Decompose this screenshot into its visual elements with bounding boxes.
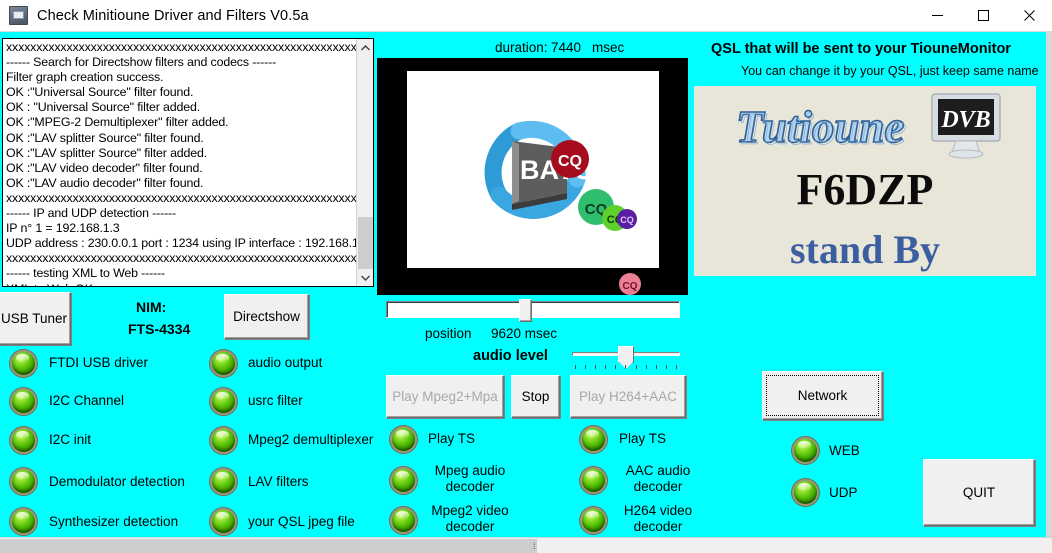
title-bar: Check Minitioune Driver and Filters V0.5… [0, 0, 1052, 32]
position-slider-thumb[interactable] [519, 299, 532, 322]
app-icon [9, 6, 28, 25]
position-slider[interactable] [386, 299, 680, 322]
svg-text:CQ: CQ [623, 281, 638, 292]
led-h264-video-decoder [582, 509, 605, 532]
directshow-label: Directshow [233, 309, 300, 324]
horizontal-scrollbar[interactable]: ⁞ [0, 537, 1052, 553]
led-synthesizer-detection [12, 510, 35, 533]
play-mpeg2-label: Play Mpeg2+Mpa [392, 389, 498, 404]
led-audio-output [212, 352, 235, 375]
scroll-up-icon[interactable] [357, 39, 373, 56]
led-aac-audio-decoder [582, 469, 605, 492]
label-udp: UDP [829, 485, 858, 500]
label-lav-filters: LAV filters [248, 474, 309, 489]
audio-level-label: audio level [473, 348, 548, 364]
qsl-callsign-text: F6DZP [797, 165, 934, 214]
play-h264-label: Play H264+AAC [579, 389, 677, 404]
label-play-ts-right: Play TS [619, 431, 667, 446]
led-demodulator-detection [12, 470, 35, 493]
duration-label: duration: [495, 40, 548, 55]
quit-button[interactable]: QUIT [923, 459, 1035, 526]
label-demodulator-detection: Demodulator detection [49, 474, 185, 489]
qsl-heading: QSL that will be sent to your TiouneMoni… [711, 41, 1011, 57]
led-mpeg2-demultiplexer [212, 429, 235, 452]
stop-button[interactable]: Stop [511, 375, 560, 418]
label-synthesizer-detection: Synthesizer detection [49, 514, 179, 529]
position-value: 9620 msec [491, 326, 558, 341]
window-title: Check Minitioune Driver and Filters V0.5… [37, 7, 309, 24]
svg-text:DVB: DVB [940, 107, 990, 133]
nim-value: FTS-4334 [128, 321, 191, 337]
usb-tuner-label: USB Tuner [0, 311, 68, 326]
audio-level-thumb[interactable] [618, 346, 634, 369]
duration-value: 7440 [551, 40, 582, 55]
led-ftdi-usb-driver [12, 352, 35, 375]
qsl-status-text: stand By [790, 227, 940, 272]
qsl-subheading: You can change it by your QSL, just keep… [741, 64, 1039, 78]
led-mpeg-audio-decoder [392, 469, 415, 492]
audio-level-slider[interactable] [572, 346, 680, 369]
network-button[interactable]: Network [762, 371, 883, 420]
scroll-down-icon[interactable] [357, 269, 373, 286]
label-audio-output: audio output [248, 355, 323, 370]
tutioune-wordmark: Tutioune Tutioune [735, 101, 907, 154]
label-web: WEB [829, 443, 860, 458]
qsl-image-panel: Tutioune Tutioune DVB F6DZP stand By [694, 86, 1036, 276]
hscroll-grip-icon[interactable]: ⁞ [533, 541, 541, 551]
cq-bubble-overlay: CQ [619, 273, 641, 295]
position-label: position [425, 326, 472, 341]
audio-level-ticks [575, 365, 677, 369]
maximize-icon[interactable] [960, 0, 1006, 31]
led-qsl-jpeg-file [212, 510, 235, 533]
window-right-edge [1046, 31, 1052, 537]
led-mpeg2-video-decoder [392, 509, 415, 532]
play-mpeg2-button[interactable]: Play Mpeg2+Mpa [386, 375, 504, 418]
dvb-monitor-badge: DVB [931, 93, 1001, 159]
label-qsl-jpeg-file: your QSL jpeg file [248, 514, 355, 529]
label-i2c-init: I2C init [49, 432, 92, 447]
led-usrc-filter [212, 390, 235, 413]
hscroll-thumb[interactable] [0, 539, 537, 553]
led-play-ts-left [392, 428, 415, 451]
led-lav-filters [212, 470, 235, 493]
log-scrollbar[interactable] [356, 39, 373, 286]
label-h264-video-decoder: H264 video decoder [623, 503, 693, 534]
app-window: Check Minitioune Driver and Filters V0.5… [0, 0, 1052, 553]
svg-text:Tutioune: Tutioune [738, 104, 906, 154]
stop-label: Stop [521, 389, 550, 404]
quit-label: QUIT [962, 485, 996, 500]
label-mpeg2-video-decoder: Mpeg2 video decoder [431, 503, 509, 534]
close-icon[interactable] [1006, 0, 1052, 31]
label-mpeg-audio-decoder: Mpeg audio decoder [434, 463, 506, 494]
video-preview[interactable]: BATC CQ CQ CQ CQ CQ [377, 58, 688, 295]
led-i2c-init [12, 429, 35, 452]
usb-tuner-button[interactable]: USB Tuner [0, 292, 71, 345]
log-panel[interactable]: xxxxxxxxxxxxxxxxxxxxxxxxxxxxxxxxxxxxxxxx… [2, 38, 374, 287]
led-i2c-channel [12, 390, 35, 413]
directshow-button[interactable]: Directshow [224, 294, 309, 339]
qsl-artwork: Tutioune Tutioune DVB F6DZP stand By [735, 93, 1001, 272]
label-play-ts-left: Play TS [428, 431, 476, 446]
label-aac-audio-decoder: AAC audio decoder [625, 463, 691, 494]
label-i2c-channel: I2C Channel [49, 393, 125, 408]
duration-unit: msec [592, 40, 625, 55]
log-text: xxxxxxxxxxxxxxxxxxxxxxxxxxxxxxxxxxxxxxxx… [6, 40, 374, 286]
led-udp [794, 481, 817, 504]
led-play-ts-right [582, 428, 605, 451]
label-ftdi-usb-driver: FTDI USB driver [49, 355, 149, 370]
led-web [794, 439, 817, 462]
play-h264-button[interactable]: Play H264+AAC [570, 375, 686, 418]
nim-label: NIM: [136, 299, 167, 315]
network-label: Network [797, 388, 848, 403]
label-usrc-filter: usrc filter [248, 393, 303, 408]
label-mpeg2-demultiplexer: Mpeg2 demultiplexer [248, 432, 374, 447]
window-controls [914, 0, 1052, 31]
minimize-icon[interactable] [914, 0, 960, 31]
